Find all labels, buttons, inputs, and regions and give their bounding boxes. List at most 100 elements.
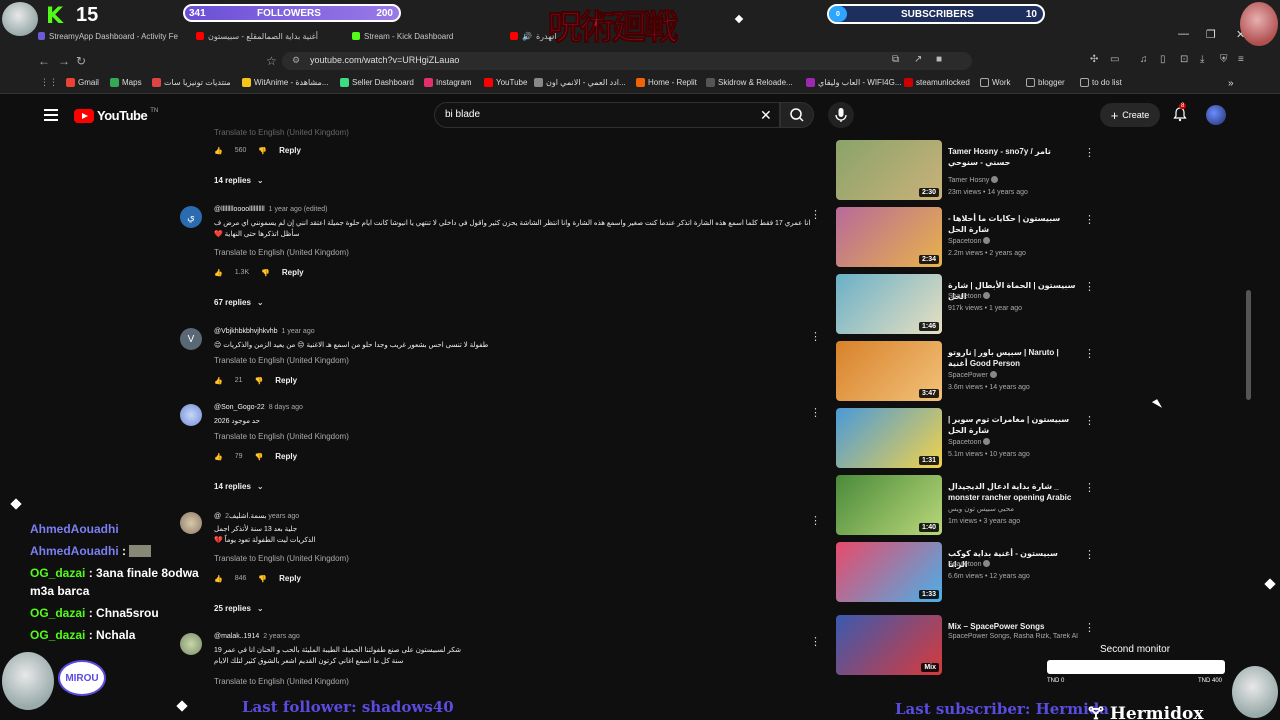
reply-button[interactable]: Reply (275, 452, 297, 461)
bookmark-todo[interactable]: to do list (1080, 78, 1122, 87)
downloads-icon[interactable]: ⤓ (1200, 54, 1204, 65)
video-title[interactable]: سبيستون | حكايات ما أحلاها - شارة الحل (948, 213, 1078, 235)
comment-author[interactable]: @بسمة.اشليف (214, 513, 266, 520)
like-icon[interactable]: 👍 (214, 147, 223, 155)
channel-name[interactable]: Spacetoon (948, 292, 991, 300)
video-card[interactable]: 1:40 شارة بداية ادعال الديجيدال _ monste… (836, 475, 1096, 537)
translate-link-cut[interactable]: Translate to English (United Kingdom) (214, 128, 349, 137)
video-thumbnail[interactable]: 1:33 (836, 542, 942, 602)
page-scrollbar[interactable] (1246, 290, 1251, 400)
bookmark-anime-site[interactable]: ادد العمي - الانمي اون... (534, 78, 626, 87)
video-card[interactable]: 3:47 سبيس باور | ناروتو | Naruto | أغنية… (836, 341, 1096, 403)
bookmark-wifi4g[interactable]: العاب وليقاي - WIFI4G... (806, 78, 902, 87)
like-icon[interactable]: 👍 (214, 377, 223, 385)
channel-name[interactable]: Spacetoon (948, 237, 991, 245)
comment-time[interactable]: 8 days ago (269, 404, 303, 411)
view-replies-button[interactable]: 14 replies ⌄ (214, 176, 264, 185)
more-actions-icon[interactable]: ⋮ (810, 406, 820, 419)
translate-link[interactable]: Translate to English (United Kingdom) (214, 356, 349, 365)
video-thumbnail[interactable]: 1:31 (836, 408, 942, 468)
avatar[interactable] (180, 404, 202, 426)
tab-streamyapp[interactable]: StreamyApp Dashboard - Activity Fe (38, 28, 178, 44)
notifications-button[interactable]: 8 (1172, 103, 1188, 122)
video-card[interactable]: 2:30 Tamer Hosny - sno7y / تامر حسني - س… (836, 140, 1096, 202)
create-button[interactable]: + Create (1100, 103, 1160, 127)
tab-spacetoon-song[interactable]: أغنية بداية الصمالمقلع - سبيستون (196, 28, 336, 44)
bookmark-maps[interactable]: Maps (110, 78, 142, 87)
video-card[interactable]: 2:34 سبيستون | حكايات ما أحلاها - شارة ا… (836, 207, 1096, 269)
dislike-icon[interactable]: 👎 (258, 575, 267, 583)
bookmark-gmail[interactable]: Gmail (66, 78, 99, 87)
sidepanel-icon[interactable]: ▯ (1160, 54, 1166, 65)
comment-author[interactable]: @Vbjkhbkbhvjhkvhb (214, 328, 278, 335)
forward-icon[interactable]: → (58, 54, 70, 68)
minimize-icon[interactable]: — (1178, 28, 1189, 40)
video-thumbnail[interactable]: 1:40 (836, 475, 942, 535)
channel-name[interactable]: Spacetoon (948, 438, 991, 446)
install-icon[interactable]: ⧉ (892, 54, 899, 65)
video-menu-icon[interactable]: ⋮ (1084, 213, 1095, 226)
bookmark-steamunlocked[interactable]: steamunlocked (904, 78, 970, 87)
bookmark-star-icon[interactable]: ☆ (266, 54, 277, 68)
bookmark-replit[interactable]: Home - Replit (636, 78, 697, 87)
bookmark-blogger[interactable]: blogger (1026, 78, 1065, 87)
channel-name[interactable]: SpacePower (948, 371, 997, 379)
more-bookmarks-icon[interactable]: » (1228, 78, 1234, 89)
video-title[interactable]: سبيستون | مغامرات توم سوير | شارة الحل (948, 414, 1078, 436)
menu-icon[interactable]: ≡ (1238, 54, 1244, 65)
voice-search-button[interactable] (828, 102, 854, 128)
video-thumbnail[interactable]: Mix (836, 615, 942, 675)
reply-button[interactable]: Reply (282, 268, 304, 277)
avatar[interactable]: V (180, 328, 202, 350)
comment-time[interactable]: 1 year ago (edited) (269, 206, 328, 213)
dislike-icon[interactable]: 👎 (258, 147, 267, 155)
video-menu-icon[interactable]: ⋮ (1084, 621, 1095, 634)
channel-name[interactable]: Tamer Hosny (948, 176, 999, 184)
video-thumbnail[interactable]: 2:30 (836, 140, 942, 200)
avatar[interactable] (180, 512, 202, 534)
guide-menu-icon[interactable] (44, 109, 58, 121)
translate-link[interactable]: Translate to English (United Kingdom) (214, 677, 349, 686)
dislike-icon[interactable]: 👎 (261, 269, 270, 277)
more-actions-icon[interactable]: ⋮ (810, 330, 820, 343)
like-icon[interactable]: 👍 (214, 575, 223, 583)
comment-author[interactable]: @lllllllloooollllllllll (214, 206, 265, 213)
bookmark-witanime[interactable]: WitAnime - مشاهدة... (242, 78, 328, 87)
comment-time[interactable]: 1 year ago (282, 328, 315, 335)
bookmark-youtube[interactable]: YouTube (484, 78, 527, 87)
channel-name[interactable]: محبي سبيس تون ويس (948, 505, 1014, 513)
translate-link[interactable]: Translate to English (United Kingdom) (214, 248, 349, 257)
more-actions-icon[interactable]: ⋮ (810, 208, 820, 221)
video-title[interactable]: Tamer Hosny - sno7y / تامر حسني - سنوحي (948, 146, 1078, 168)
youtube-logo[interactable]: YouTube TN (74, 108, 158, 123)
apps-icon[interactable]: ⋮⋮ (40, 77, 58, 88)
translate-link[interactable]: Translate to English (United Kingdom) (214, 554, 349, 563)
site-info-icon[interactable]: ⚙ (292, 55, 300, 66)
comment-author[interactable]: @malak..1914 (214, 633, 259, 640)
channel-name[interactable]: Spacetoon (948, 560, 991, 568)
extension-badge-icon[interactable]: ■ (936, 54, 942, 65)
more-actions-icon[interactable]: ⋮ (810, 635, 820, 648)
video-thumbnail[interactable]: 3:47 (836, 341, 942, 401)
more-actions-icon[interactable]: ⋮ (810, 514, 820, 527)
view-replies-button[interactable]: 67 replies ⌄ (214, 298, 264, 307)
avatar[interactable] (180, 633, 202, 655)
view-replies-button[interactable]: 25 replies ⌄ (214, 604, 264, 613)
avatar[interactable]: ي (180, 206, 202, 228)
bookmark-seller-dashboard[interactable]: Seller Dashboard (340, 78, 414, 87)
video-menu-icon[interactable]: ⋮ (1084, 414, 1095, 427)
comment-author[interactable]: @Son_Gogo-22 (214, 404, 265, 411)
cast-icon[interactable]: ▭ (1110, 54, 1119, 65)
video-title[interactable]: سبيس باور | ناروتو | Naruto | أغنية Good… (948, 347, 1078, 369)
video-menu-icon[interactable]: ⋮ (1084, 146, 1095, 159)
bookmark-instagram[interactable]: Instagram (424, 78, 472, 87)
video-card[interactable]: 1:46 سبيستون | الحماة الأبطال | شارة الح… (836, 274, 1096, 336)
url-field[interactable]: ⚙ youtube.com/watch?v=URHgiZLauao (282, 52, 972, 70)
reply-button[interactable]: Reply (275, 376, 297, 385)
video-menu-icon[interactable]: ⋮ (1084, 347, 1095, 360)
reply-button[interactable]: Reply (279, 146, 301, 155)
bookmark-tunisia-sat[interactable]: منتديات تونيزيا سات (152, 78, 231, 87)
translate-link[interactable]: Translate to English (United Kingdom) (214, 432, 349, 441)
video-thumbnail[interactable]: 1:46 (836, 274, 942, 334)
tab-kick-dashboard[interactable]: Stream - Kick Dashboard (352, 28, 492, 44)
